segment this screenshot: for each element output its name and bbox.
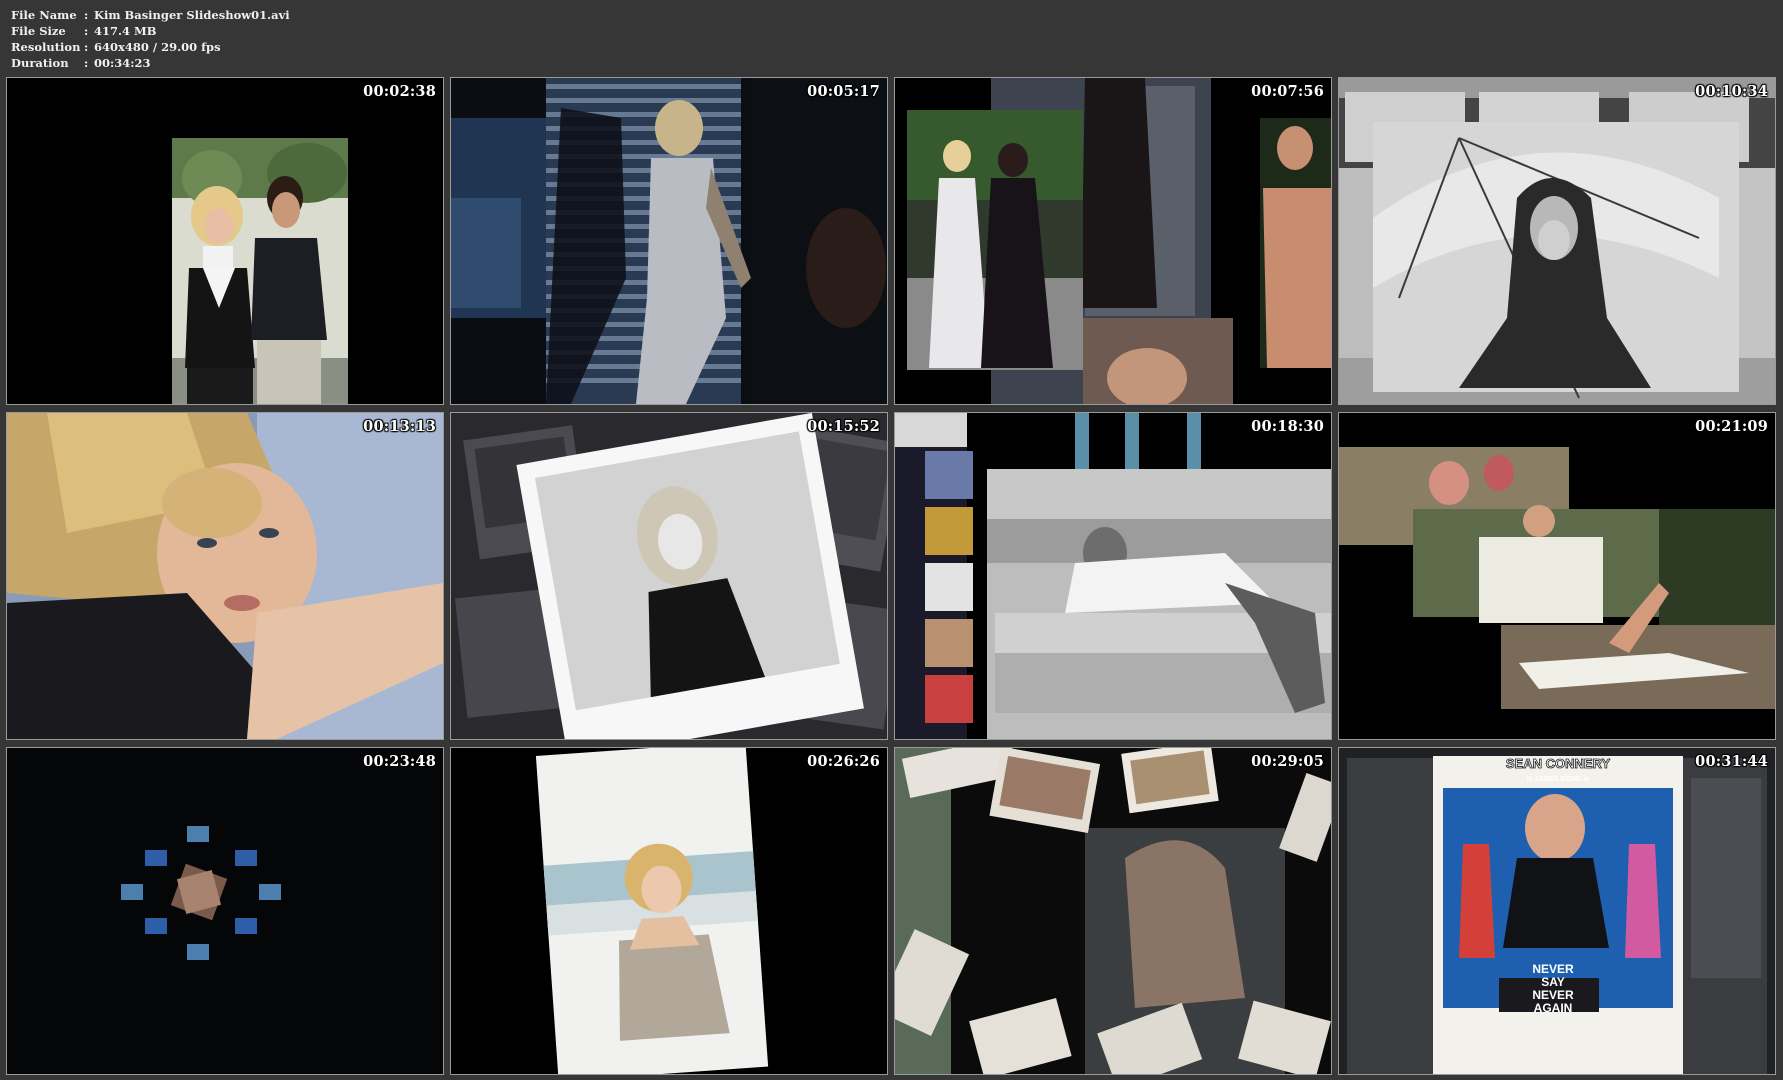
thumbnail-4[interactable]: 00:10:34 — [1338, 77, 1776, 405]
thumbnail-5[interactable]: 00:13:13 — [6, 412, 444, 740]
thumbnail-8[interactable]: 00:21:09 — [1338, 412, 1776, 740]
poster-subline: is JAMES BOND in — [1527, 776, 1590, 783]
thumbnail-image — [895, 413, 1331, 739]
timestamp: 00:02:38 — [363, 83, 436, 100]
poster-headline: SEAN CONNERY — [1506, 756, 1611, 771]
timestamp: 00:26:26 — [807, 753, 880, 770]
timestamp: 00:18:30 — [1251, 418, 1324, 435]
thumbnail-image: SEAN CONNERY is JAMES BOND in NEVER SAY … — [1339, 748, 1775, 1074]
timestamp: 00:05:17 — [807, 83, 880, 100]
timestamp: 00:21:09 — [1695, 418, 1768, 435]
thumbnail-10[interactable]: 00:26:26 — [450, 747, 888, 1075]
thumbnail-12[interactable]: SEAN CONNERY is JAMES BOND in NEVER SAY … — [1338, 747, 1776, 1075]
timestamp: 00:10:34 — [1695, 83, 1768, 100]
file-size-value: 417.4 MB — [94, 24, 157, 38]
file-info-panel: File Name : Kim Basinger Slideshow01.avi… — [11, 7, 290, 71]
poster-title-line4: AGAIN — [1534, 1001, 1573, 1015]
duration-sep: : — [84, 56, 89, 70]
thumbnail-image — [451, 413, 887, 739]
file-size-sep: : — [84, 24, 89, 38]
thumbnail-2[interactable]: 00:05:17 — [450, 77, 888, 405]
poster-title-line3: NEVER — [1532, 988, 1574, 1002]
resolution-sep: : — [84, 40, 89, 54]
file-size-label: File Size — [11, 24, 66, 38]
file-name-row: File Name : Kim Basinger Slideshow01.avi — [11, 7, 290, 23]
thumbnail-image — [895, 78, 1331, 404]
duration-value: 00:34:23 — [94, 56, 151, 70]
thumbnail-11[interactable]: 00:29:05 — [894, 747, 1332, 1075]
thumbnail-grid: 00:02:38 00:05:17 00:07:56 00:10:34 00:1… — [6, 77, 1777, 1075]
thumbnail-3[interactable]: 00:07:56 — [894, 77, 1332, 405]
duration-row: Duration : 00:34:23 — [11, 55, 290, 71]
poster-title-line2: SAY — [1541, 975, 1565, 989]
duration-label: Duration — [11, 56, 69, 70]
file-name-label: File Name — [11, 8, 77, 22]
thumbnail-image — [895, 748, 1331, 1074]
thumbnail-7[interactable]: 00:18:30 — [894, 412, 1332, 740]
timestamp: 00:31:44 — [1695, 753, 1768, 770]
thumbnail-image — [451, 748, 887, 1074]
thumbnail-image — [7, 748, 443, 1074]
timestamp: 00:07:56 — [1251, 83, 1324, 100]
thumbnail-image — [1339, 413, 1775, 739]
resolution-value: 640x480 / 29.00 fps — [94, 40, 221, 54]
thumbnail-1[interactable]: 00:02:38 — [6, 77, 444, 405]
thumbnail-image — [7, 78, 443, 404]
thumbnail-image — [7, 413, 443, 739]
thumbnail-9[interactable]: 00:23:48 — [6, 747, 444, 1075]
file-name-value: Kim Basinger Slideshow01.avi — [94, 8, 290, 22]
timestamp: 00:29:05 — [1251, 753, 1324, 770]
contact-sheet: File Name : Kim Basinger Slideshow01.avi… — [0, 0, 1783, 1080]
resolution-row: Resolution : 640x480 / 29.00 fps — [11, 39, 290, 55]
thumbnail-image — [451, 78, 887, 404]
thumbnail-image — [1339, 78, 1775, 404]
timestamp: 00:23:48 — [363, 753, 436, 770]
thumbnail-6[interactable]: 00:15:52 — [450, 412, 888, 740]
resolution-label: Resolution — [11, 40, 81, 54]
poster-title-line1: NEVER — [1532, 962, 1574, 976]
timestamp: 00:13:13 — [363, 418, 436, 435]
file-name-sep: : — [84, 8, 89, 22]
timestamp: 00:15:52 — [807, 418, 880, 435]
file-size-row: File Size : 417.4 MB — [11, 23, 290, 39]
